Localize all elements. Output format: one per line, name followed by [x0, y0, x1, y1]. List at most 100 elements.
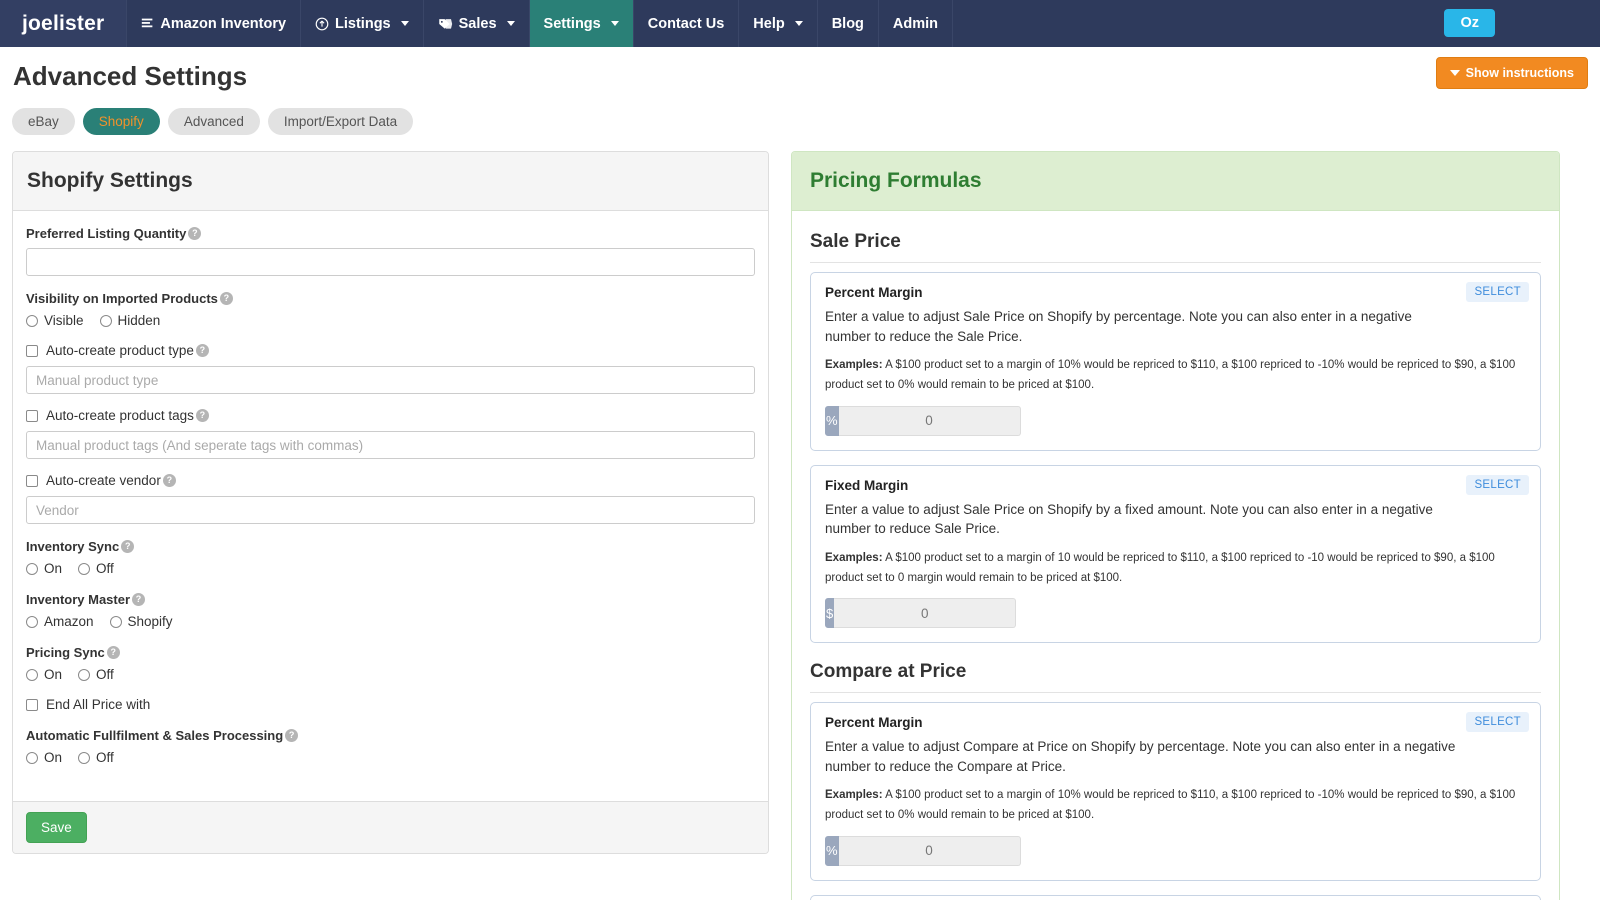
- label-text: Pricing Sync: [26, 645, 105, 660]
- pricing-formulas-column: Pricing Formulas Sale Price SELECT Perce…: [791, 151, 1560, 900]
- label-text: Preferred Listing Quantity: [26, 226, 186, 241]
- help-icon[interactable]: ?: [121, 540, 134, 553]
- radio-label: Off: [96, 667, 114, 682]
- automatic-fulfilment-label: Automatic Fullfilment & Sales Processing…: [26, 728, 298, 743]
- nav-item-listings[interactable]: Listings: [301, 0, 424, 47]
- tab-shopify[interactable]: Shopify: [83, 108, 160, 135]
- radio-label: On: [44, 667, 62, 682]
- radio-circle-icon: [100, 315, 112, 327]
- help-icon[interactable]: ?: [196, 344, 209, 357]
- radio-label: Visible: [44, 313, 84, 328]
- formula-input-group: %: [825, 836, 967, 866]
- percent-addon-icon: %: [825, 406, 839, 436]
- help-icon[interactable]: ?: [188, 227, 201, 240]
- radio-automatic-fulfilment-off[interactable]: Off: [78, 750, 114, 765]
- manual-product-tags-input[interactable]: [26, 431, 755, 459]
- radio-pricing-sync-on[interactable]: On: [26, 667, 62, 682]
- help-icon[interactable]: ?: [285, 729, 298, 742]
- tab-import-export-data[interactable]: Import/Export Data: [268, 108, 413, 135]
- checkbox-icon[interactable]: [26, 699, 38, 711]
- radio-inventory-master-shopify[interactable]: Shopify: [110, 614, 173, 629]
- formula-card-next-partial: [810, 895, 1541, 900]
- help-icon[interactable]: ?: [163, 474, 176, 487]
- show-instructions-button[interactable]: Show instructions: [1436, 57, 1588, 89]
- formula-value-input[interactable]: [839, 836, 1021, 866]
- nav-item-settings[interactable]: Settings: [530, 0, 634, 47]
- nav-label: Contact Us: [648, 16, 725, 32]
- radio-label: On: [44, 561, 62, 576]
- top-navbar: joelister Amazon Inventory Listings Sale…: [0, 0, 1600, 47]
- radio-pricing-sync-off[interactable]: Off: [78, 667, 114, 682]
- label-text: Visibility on Imported Products: [26, 291, 218, 306]
- auto-create-vendor-row[interactable]: Auto-create vendor ?: [26, 473, 755, 488]
- tab-advanced[interactable]: Advanced: [168, 108, 260, 135]
- help-icon[interactable]: ?: [220, 292, 233, 305]
- pricing-formulas-title: Pricing Formulas: [810, 169, 1541, 193]
- nav-item-sales[interactable]: Sales: [424, 0, 530, 47]
- nav-label: Help: [753, 16, 784, 32]
- shopify-settings-body: Preferred Listing Quantity ? Visibility …: [13, 211, 768, 801]
- radio-label: On: [44, 750, 62, 765]
- shopify-settings-title: Shopify Settings: [27, 169, 754, 193]
- radio-hidden[interactable]: Hidden: [100, 313, 161, 328]
- nav-items: Amazon Inventory Listings Sales Settings…: [127, 0, 953, 47]
- tab-ebay[interactable]: eBay: [12, 108, 75, 135]
- radio-circle-icon: [26, 315, 38, 327]
- user-account-badge[interactable]: Oz: [1444, 9, 1495, 37]
- help-icon[interactable]: ?: [196, 409, 209, 422]
- select-button[interactable]: SELECT: [1466, 475, 1529, 495]
- radio-inventory-master-amazon[interactable]: Amazon: [26, 614, 94, 629]
- formula-value-input[interactable]: [839, 406, 1021, 436]
- radio-automatic-fulfilment-on[interactable]: On: [26, 750, 62, 765]
- checkbox-icon[interactable]: [26, 410, 38, 422]
- help-icon[interactable]: ?: [132, 593, 145, 606]
- examples-label: Examples:: [825, 359, 883, 371]
- chevron-down-icon: [401, 21, 409, 26]
- nav-label: Amazon Inventory: [160, 16, 286, 32]
- inventory-master-label: Inventory Master ?: [26, 592, 145, 607]
- save-button[interactable]: Save: [26, 812, 87, 843]
- settings-tabs: eBay Shopify Advanced Import/Export Data: [0, 92, 1600, 135]
- inventory-sync-radio-group: On Off: [26, 561, 755, 576]
- help-icon[interactable]: ?: [107, 646, 120, 659]
- nav-item-blog[interactable]: Blog: [818, 0, 879, 47]
- manual-product-type-input[interactable]: [26, 366, 755, 394]
- arrow-up-circle-icon: [315, 17, 329, 31]
- auto-create-product-tags-row[interactable]: Auto-create product tags ?: [26, 408, 755, 423]
- examples-label: Examples:: [825, 789, 883, 801]
- end-all-price-with-row[interactable]: End All Price with: [26, 697, 755, 712]
- radio-label: Shopify: [128, 614, 173, 629]
- radio-visible[interactable]: Visible: [26, 313, 84, 328]
- nav-item-admin[interactable]: Admin: [879, 0, 953, 47]
- end-all-price-with-label: End All Price with: [46, 697, 150, 712]
- radio-inventory-sync-on[interactable]: On: [26, 561, 62, 576]
- radio-inventory-sync-off[interactable]: Off: [78, 561, 114, 576]
- formula-card-compare-percent-margin: SELECT Percent Margin Enter a value to a…: [810, 702, 1541, 881]
- vendor-input[interactable]: [26, 496, 755, 524]
- checkbox-icon[interactable]: [26, 345, 38, 357]
- formula-value-input[interactable]: [834, 598, 1016, 628]
- shopify-settings-footer: Save: [13, 801, 768, 853]
- shopify-settings-column: Shopify Settings Preferred Listing Quant…: [12, 151, 769, 854]
- pricing-sync-radio-group: On Off: [26, 667, 755, 682]
- checkbox-icon[interactable]: [26, 475, 38, 487]
- select-button[interactable]: SELECT: [1466, 712, 1529, 732]
- formula-title: Fixed Margin: [825, 478, 1526, 493]
- page-title: Advanced Settings: [13, 61, 1588, 92]
- auto-create-product-tags-label: Auto-create product tags ?: [46, 408, 209, 423]
- list-icon: [141, 17, 154, 30]
- formula-card-sale-percent-margin: SELECT Percent Margin Enter a value to a…: [810, 272, 1541, 451]
- auto-create-vendor-label: Auto-create vendor ?: [46, 473, 176, 488]
- nav-item-amazon-inventory[interactable]: Amazon Inventory: [127, 0, 301, 47]
- nav-item-help[interactable]: Help: [739, 0, 817, 47]
- nav-label: Blog: [832, 16, 864, 32]
- brand-logo[interactable]: joelister: [0, 0, 127, 47]
- select-button[interactable]: SELECT: [1466, 282, 1529, 302]
- dollar-addon-icon: $: [825, 598, 834, 628]
- auto-create-product-type-row[interactable]: Auto-create product type ?: [26, 343, 755, 358]
- nav-item-contact-us[interactable]: Contact Us: [634, 0, 740, 47]
- preferred-listing-quantity-input[interactable]: [26, 248, 755, 276]
- nav-label: Sales: [459, 16, 497, 32]
- radio-circle-icon: [78, 752, 90, 764]
- formula-examples: Examples: A $100 product set to a margin…: [825, 356, 1526, 396]
